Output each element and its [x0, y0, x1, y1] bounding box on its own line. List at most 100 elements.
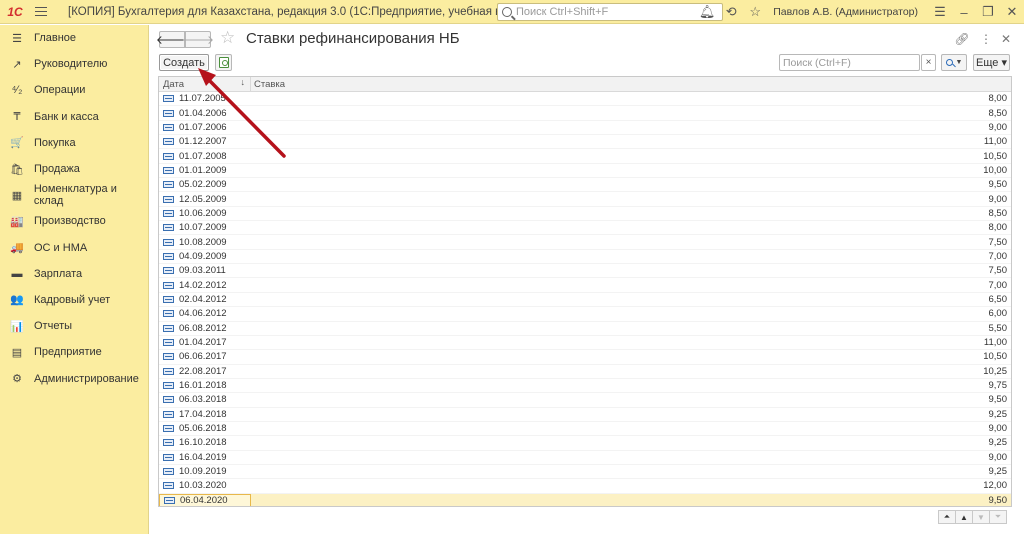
favorite-star-icon[interactable]: ☆: [220, 28, 235, 48]
date-value: 16.01.2018: [179, 380, 227, 392]
sidebar-item[interactable]: ▤ Предприятие: [0, 339, 148, 365]
list-search-input[interactable]: [783, 56, 913, 69]
table-row[interactable]: 01.07.2008 10,50: [159, 149, 1011, 164]
rate-cell: 7,50: [988, 265, 1008, 277]
table-row[interactable]: 14.02.2012 7,00: [159, 278, 1011, 293]
bell-icon[interactable]: 🔔︎: [695, 0, 719, 24]
table-row[interactable]: 12.05.2009 9,00: [159, 192, 1011, 207]
forward-button[interactable]: 🡒: [182, 31, 214, 48]
table-row[interactable]: 01.12.2007 11,00: [159, 135, 1011, 150]
record-icon: [163, 382, 174, 390]
table-row[interactable]: 11.07.2005 8,00: [159, 92, 1011, 107]
form-header: 🡐 🡒 ☆ Ставки рефинансирования НБ 🔗︎ ⋮ ✕: [150, 25, 1024, 53]
date-cell: 01.01.2009: [159, 164, 251, 177]
sidebar-item[interactable]: ₸ Банк и касса: [0, 104, 148, 130]
table-row[interactable]: 01.01.2009 10,00: [159, 164, 1011, 179]
table-row[interactable]: 02.04.2012 6,50: [159, 293, 1011, 308]
list-search[interactable]: [779, 54, 920, 71]
rate-cell: 5,50: [988, 322, 1008, 334]
record-icon: [163, 468, 174, 476]
table-row[interactable]: 22.08.2017 10,25: [159, 365, 1011, 379]
global-search[interactable]: [497, 3, 723, 21]
rate-cell: 12,00: [983, 480, 1007, 492]
table-row[interactable]: 01.04.2006 8,50: [159, 106, 1011, 121]
column-rate-label: Ставка: [254, 78, 286, 90]
sidebar-item[interactable]: 📊 Отчеты: [0, 313, 148, 339]
table-row[interactable]: 10.07.2009 8,00: [159, 221, 1011, 236]
table-row[interactable]: 01.04.2017 11,00: [159, 336, 1011, 351]
table-row[interactable]: 16.01.2018 9,75: [159, 379, 1011, 394]
close-window-icon[interactable]: ✕: [1000, 0, 1024, 24]
history-icon[interactable]: ⟲: [719, 0, 743, 24]
link-icon[interactable]: 🔗︎: [953, 30, 971, 48]
more-button[interactable]: Еще ▾: [973, 54, 1010, 71]
table-row[interactable]: 09.03.2011 7,50: [159, 264, 1011, 279]
settings-menu-icon[interactable]: ☰: [928, 0, 952, 24]
favorites-star-icon[interactable]: ☆: [743, 0, 767, 24]
rate-cell: 7,50: [988, 236, 1008, 248]
scroll-down-button[interactable]: ▼: [972, 510, 990, 524]
rate-cell: 9,25: [988, 408, 1008, 420]
create-button[interactable]: Создать: [159, 54, 209, 71]
sidebar-item[interactable]: 🚚 ОС и НМА: [0, 235, 148, 261]
scroll-up-button[interactable]: ▲: [955, 510, 973, 524]
table-row[interactable]: 05.06.2018 9,00: [159, 422, 1011, 437]
sidebar-item-label: Руководителю: [34, 58, 108, 71]
table-row[interactable]: 10.06.2009 8,50: [159, 207, 1011, 222]
sidebar-item[interactable]: 🛍 Продажа: [0, 156, 148, 182]
rate-cell: 9,00: [988, 451, 1008, 463]
date-cell: 06.03.2018: [159, 393, 251, 406]
rate-cell: 6,00: [988, 308, 1008, 320]
sidebar-item[interactable]: ▦ Номенклатура и склад: [0, 182, 148, 208]
table-row[interactable]: 01.07.2006 9,00: [159, 121, 1011, 136]
table-row[interactable]: 10.08.2009 7,50: [159, 235, 1011, 250]
search-icon: [502, 7, 512, 17]
column-rate[interactable]: Ставка: [251, 77, 1011, 91]
date-cell: 04.06.2012: [159, 307, 251, 320]
sidebar-item[interactable]: ↗ Руководителю: [0, 51, 148, 77]
table-row[interactable]: 16.04.2019 9,00: [159, 451, 1011, 465]
table-body: 11.07.2005 8,00 01.04.2006 8,50 01.07.2006 9,…: [159, 92, 1011, 506]
current-user[interactable]: Павлов А.В. (Администратор): [773, 6, 918, 18]
sidebar-item[interactable]: ☰ Главное: [0, 25, 148, 51]
main-menu-button[interactable]: [30, 0, 52, 24]
rate-cell: 11,00: [983, 337, 1007, 349]
scroll-bottom-button[interactable]: ⏷: [989, 510, 1007, 524]
record-icon: [163, 453, 174, 461]
sidebar-item[interactable]: ▬ Зарплата: [0, 261, 148, 287]
table-row[interactable]: 10.09.2019 9,25: [159, 465, 1011, 480]
clear-search-button[interactable]: ×: [921, 54, 936, 71]
table-row[interactable]: 06.04.2020 9,50: [159, 493, 1011, 506]
sidebar-item[interactable]: 👥 Кадровый учет: [0, 287, 148, 313]
record-icon: [163, 238, 174, 246]
sidebar-item[interactable]: 🛒 Покупка: [0, 130, 148, 156]
table-row[interactable]: 17.04.2018 9,25: [159, 408, 1011, 422]
sidebar-item[interactable]: ⁴⁄₂ Операции: [0, 77, 148, 103]
scroll-top-button[interactable]: ⏶: [938, 510, 956, 524]
restore-icon[interactable]: ❐: [976, 0, 1000, 24]
search-options-button[interactable]: ▼: [941, 54, 967, 71]
sidebar-item[interactable]: ⚙ Администрирование: [0, 365, 148, 391]
column-date[interactable]: Дата ↓: [159, 77, 251, 91]
sidebar-item-label: ОС и НМА: [34, 241, 88, 254]
copy-button[interactable]: [215, 54, 232, 71]
sidebar-item[interactable]: 🏭 Производство: [0, 208, 148, 234]
close-icon[interactable]: ✕: [997, 30, 1015, 48]
date-value: 02.04.2012: [179, 293, 227, 305]
table-row[interactable]: 04.06.2012 6,00: [159, 307, 1011, 322]
record-icon: [163, 209, 174, 217]
date-value: 16.04.2019: [179, 451, 227, 463]
table-row[interactable]: 06.03.2018 9,50: [159, 393, 1011, 408]
more-icon[interactable]: ⋮: [977, 30, 995, 48]
section-icon: ₸: [13, 111, 21, 124]
table-row[interactable]: 04.09.2009 7,00: [159, 250, 1011, 265]
table-row[interactable]: 10.03.2020 12,00: [159, 479, 1011, 494]
minimize-icon[interactable]: –: [952, 0, 976, 24]
global-search-input[interactable]: [516, 6, 716, 18]
record-icon: [164, 496, 175, 504]
table-row[interactable]: 06.06.2017 10,50: [159, 350, 1011, 365]
table-row[interactable]: 06.08.2012 5,50: [159, 322, 1011, 336]
table-row[interactable]: 16.10.2018 9,25: [159, 436, 1011, 451]
date-cell: 10.03.2020: [159, 479, 251, 492]
table-row[interactable]: 05.02.2009 9,50: [159, 178, 1011, 193]
